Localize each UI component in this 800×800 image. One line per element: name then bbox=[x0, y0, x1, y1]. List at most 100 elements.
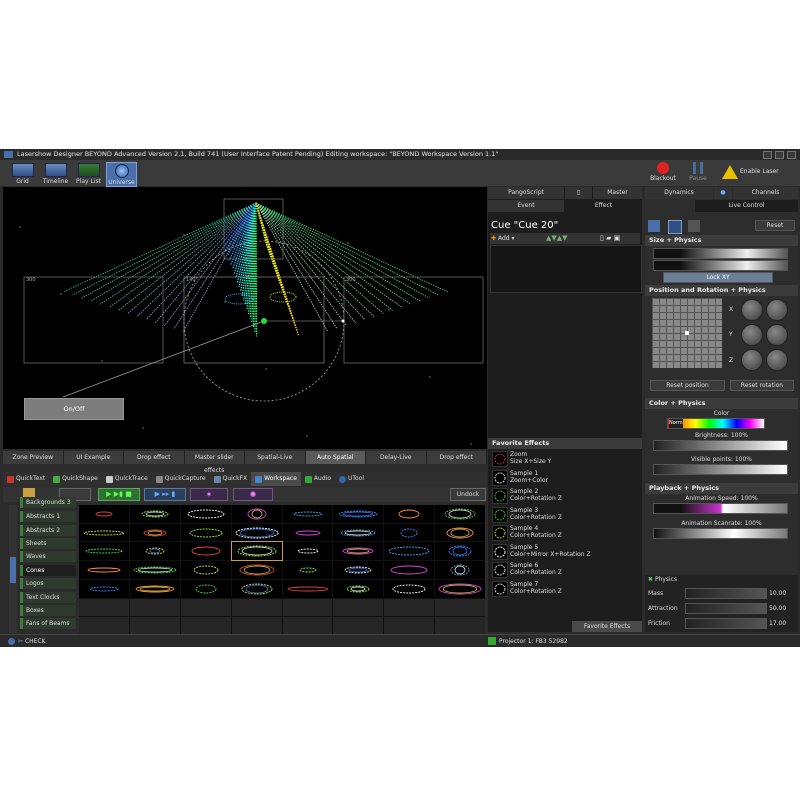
cue-cell[interactable] bbox=[282, 523, 333, 542]
favorite-effect-item[interactable]: Sample 4 Color+Rotation Z bbox=[492, 524, 637, 541]
effect-burst-button[interactable]: ✺ bbox=[233, 488, 273, 501]
view-universe-button[interactable]: Universe bbox=[106, 162, 137, 187]
zone-tab[interactable]: Zone Preview bbox=[3, 451, 64, 464]
tab-audio[interactable]: Audio bbox=[301, 472, 335, 486]
category-item[interactable]: Abstracts 1 bbox=[20, 511, 76, 522]
view-playlist-button[interactable]: Play List bbox=[74, 162, 103, 185]
zone-tab[interactable]: Master slider effects bbox=[185, 451, 245, 474]
cue-cell[interactable] bbox=[333, 523, 384, 542]
cue-cell[interactable] bbox=[384, 542, 435, 561]
tab-pangoscript[interactable]: PangoScript bbox=[488, 187, 564, 199]
blackout-button[interactable]: Blackout bbox=[648, 162, 678, 182]
category-item[interactable]: Sheets bbox=[20, 538, 76, 549]
category-item[interactable]: Text Clocks bbox=[20, 592, 76, 603]
cue-cell[interactable] bbox=[435, 617, 485, 635]
cue-cell[interactable] bbox=[79, 561, 129, 579]
visible-points-slider[interactable] bbox=[653, 464, 788, 475]
favorite-effect-item[interactable]: Sample 7 Color+Rotation Z bbox=[492, 580, 637, 597]
cue-cell[interactable] bbox=[435, 579, 485, 598]
favorite-effect-item[interactable]: Sample 5 Color+Mirror X+Rotation Z bbox=[492, 543, 637, 560]
cue-cell[interactable] bbox=[180, 505, 231, 523]
cue-cell[interactable] bbox=[282, 579, 333, 598]
favorite-effect-item[interactable]: Sample 2 Color+Rotation Z bbox=[492, 487, 637, 504]
cue-cell[interactable] bbox=[384, 579, 435, 598]
tab-master[interactable]: Master bbox=[593, 187, 642, 199]
position-xy-pad[interactable] bbox=[652, 298, 722, 368]
cue-cell[interactable] bbox=[384, 598, 435, 617]
size-x-slider[interactable] bbox=[653, 248, 788, 259]
onoff-button[interactable]: On/Off bbox=[24, 398, 124, 420]
cue-cell[interactable] bbox=[435, 598, 485, 617]
view-grid-button[interactable]: Grid bbox=[8, 162, 37, 185]
minimize-button[interactable] bbox=[763, 151, 772, 159]
effect-star-button[interactable]: ✶ bbox=[190, 488, 228, 501]
cue-cell[interactable] bbox=[180, 617, 231, 635]
cue-cell[interactable] bbox=[384, 523, 435, 542]
cue-cell[interactable] bbox=[435, 561, 485, 579]
cue-cell[interactable] bbox=[231, 561, 282, 579]
color-slider[interactable]: Norm bbox=[667, 418, 765, 429]
cue-cell[interactable] bbox=[435, 523, 485, 542]
cue-cell[interactable] bbox=[79, 505, 129, 523]
lock-xy-button[interactable]: Lock XY bbox=[663, 272, 773, 283]
cue-cell[interactable] bbox=[129, 523, 180, 542]
cue-cell[interactable] bbox=[435, 505, 485, 523]
animation-speed-slider[interactable] bbox=[653, 503, 788, 514]
favorite-effect-item[interactable]: Sample 6 Color+Rotation Z bbox=[492, 561, 637, 578]
cue-cell[interactable] bbox=[333, 598, 384, 617]
tab-quickfx[interactable]: QuickFX bbox=[210, 472, 252, 486]
favorite-effect-item[interactable]: Sample 3 Color+Rotation Z bbox=[492, 506, 637, 523]
cue-cell[interactable] bbox=[79, 579, 129, 598]
tab-globe[interactable]: ● bbox=[714, 187, 732, 199]
size-y-slider[interactable] bbox=[653, 260, 788, 271]
favorite-effects-tab[interactable]: Favorite Effects bbox=[572, 621, 642, 632]
file-icons[interactable]: ▯ ▰ ▣ bbox=[600, 234, 620, 242]
tab-quickcapture[interactable]: QuickCapture bbox=[152, 472, 210, 486]
cue-cell[interactable] bbox=[384, 561, 435, 579]
rotation-knob-y2[interactable] bbox=[766, 324, 788, 346]
cue-cell[interactable] bbox=[231, 505, 282, 523]
favorite-effect-item[interactable]: Sample 1 Zoom+Color bbox=[492, 469, 637, 486]
cue-cell[interactable] bbox=[129, 505, 180, 523]
cue-cell[interactable] bbox=[333, 561, 384, 579]
cue-cell[interactable] bbox=[79, 617, 129, 635]
cue-cell[interactable] bbox=[231, 617, 282, 635]
move-arrows[interactable]: ▲▼▲▼ bbox=[546, 234, 568, 242]
cue-cell[interactable] bbox=[230, 541, 283, 562]
cue-cell[interactable] bbox=[180, 598, 231, 617]
cue-cell[interactable] bbox=[333, 542, 384, 561]
cue-cell[interactable] bbox=[231, 579, 282, 598]
zone-tab[interactable]: Drop effect bbox=[124, 451, 185, 464]
category-item[interactable]: Logos bbox=[20, 578, 76, 589]
cue-cell[interactable] bbox=[231, 523, 282, 542]
cue-cell[interactable] bbox=[333, 579, 384, 598]
cue-cell[interactable] bbox=[231, 598, 282, 617]
cue-cell[interactable] bbox=[79, 542, 129, 561]
category-item[interactable]: Boxes bbox=[20, 605, 76, 616]
tab-live-control[interactable]: Live Control bbox=[695, 200, 798, 212]
rotation-knob-z1[interactable] bbox=[741, 349, 763, 371]
cue-cell[interactable] bbox=[333, 505, 384, 523]
cue-cell[interactable] bbox=[79, 523, 129, 542]
globe-icon[interactable] bbox=[648, 220, 660, 232]
add-effect-dropdown[interactable]: ✚ Add ▾ bbox=[491, 233, 541, 244]
cue-cell[interactable] bbox=[129, 579, 180, 598]
pause-button[interactable]: Pause bbox=[684, 162, 712, 182]
rotation-knob-y1[interactable] bbox=[741, 324, 763, 346]
cue-cell[interactable] bbox=[180, 523, 231, 542]
checkbox-icon[interactable] bbox=[488, 637, 496, 645]
maximize-button[interactable] bbox=[775, 151, 784, 159]
projector-icon[interactable] bbox=[668, 220, 682, 234]
scroll-thumb[interactable] bbox=[10, 557, 16, 583]
cue-cell[interactable] bbox=[129, 598, 180, 617]
cue-cell[interactable] bbox=[435, 542, 485, 561]
rotation-knob-x1[interactable] bbox=[741, 299, 763, 321]
category-item[interactable]: Fans of Beams bbox=[20, 618, 76, 629]
cue-cell[interactable] bbox=[384, 505, 435, 523]
reset-rotation-button[interactable]: Reset rotation bbox=[730, 380, 794, 391]
effect-list[interactable] bbox=[490, 245, 642, 293]
attraction-slider[interactable] bbox=[685, 603, 767, 614]
cue-cell[interactable] bbox=[180, 561, 231, 579]
reset-button[interactable]: Reset bbox=[755, 220, 795, 231]
laser-preview-stage[interactable]: 300 140 300 On/Off bbox=[3, 187, 487, 449]
